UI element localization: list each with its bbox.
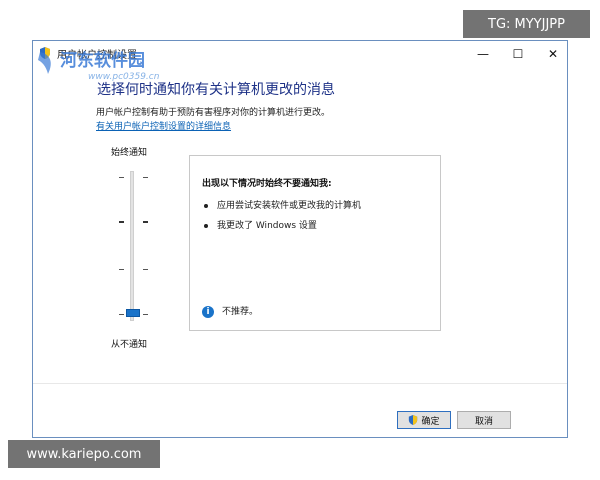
slider-tick	[119, 269, 124, 270]
slider-tick	[119, 177, 124, 178]
uac-shield-icon	[409, 415, 418, 425]
ok-button[interactable]: 确定	[397, 411, 451, 429]
info-icon: i	[202, 305, 214, 318]
notification-slider-thumb[interactable]	[126, 309, 140, 317]
slider-tick	[143, 314, 148, 315]
description-text: 用户帐户控制有助于预防有害程序对你的计算机进行更改。	[96, 108, 331, 118]
not-recommended-note: i 不推荐。	[202, 304, 258, 318]
slider-tick	[119, 314, 124, 315]
panel-title: 出现以下情况时始终不要通知我:	[202, 179, 332, 189]
site-badge: www.kariepo.com	[8, 440, 160, 468]
notification-slider-track[interactable]	[130, 171, 134, 321]
list-item-text: 应用尝试安装软件或更改我的计算机	[217, 201, 362, 211]
slider-tick	[143, 177, 148, 178]
slider-tick	[143, 221, 148, 223]
uac-help-link[interactable]: 有关用户帐户控制设置的详细信息	[96, 119, 231, 132]
bullet-icon	[204, 203, 208, 208]
page-title: 选择何时通知你有关计算机更改的消息	[97, 82, 335, 98]
bullet-icon	[204, 223, 208, 228]
slider-tick	[119, 221, 124, 223]
setting-description-panel: 出现以下情况时始终不要通知我: 应用尝试安装软件或更改我的计算机 我更改了 Wi…	[189, 155, 441, 331]
watermark-logo-icon	[38, 52, 51, 74]
list-item: 我更改了 Windows 设置	[204, 218, 317, 231]
minimize-button[interactable]: —	[468, 41, 498, 67]
watermark-text: 河东软件园	[60, 51, 145, 71]
cancel-button[interactable]: 取消	[457, 411, 511, 429]
list-item: 应用尝试安装软件或更改我的计算机	[204, 198, 361, 211]
slider-tick	[143, 269, 148, 270]
uac-settings-window: 用户帐户控制设置 — ☐ ✕ 选择何时通知你有关计算机更改的消息 用户帐户控制有…	[32, 40, 568, 438]
ok-button-label: 确定	[421, 416, 440, 427]
close-button[interactable]: ✕	[538, 41, 568, 67]
slider-bottom-label: 从不通知	[111, 340, 148, 350]
list-item-text: 我更改了 Windows 设置	[217, 221, 317, 231]
tg-badge: TG: MYYJJPP	[463, 10, 590, 38]
watermark-url: www.pc0359.cn	[88, 72, 160, 82]
slider-top-label: 始终通知	[111, 148, 148, 158]
note-text: 不推荐。	[222, 307, 259, 317]
footer-divider	[33, 383, 567, 384]
maximize-button[interactable]: ☐	[503, 41, 533, 67]
